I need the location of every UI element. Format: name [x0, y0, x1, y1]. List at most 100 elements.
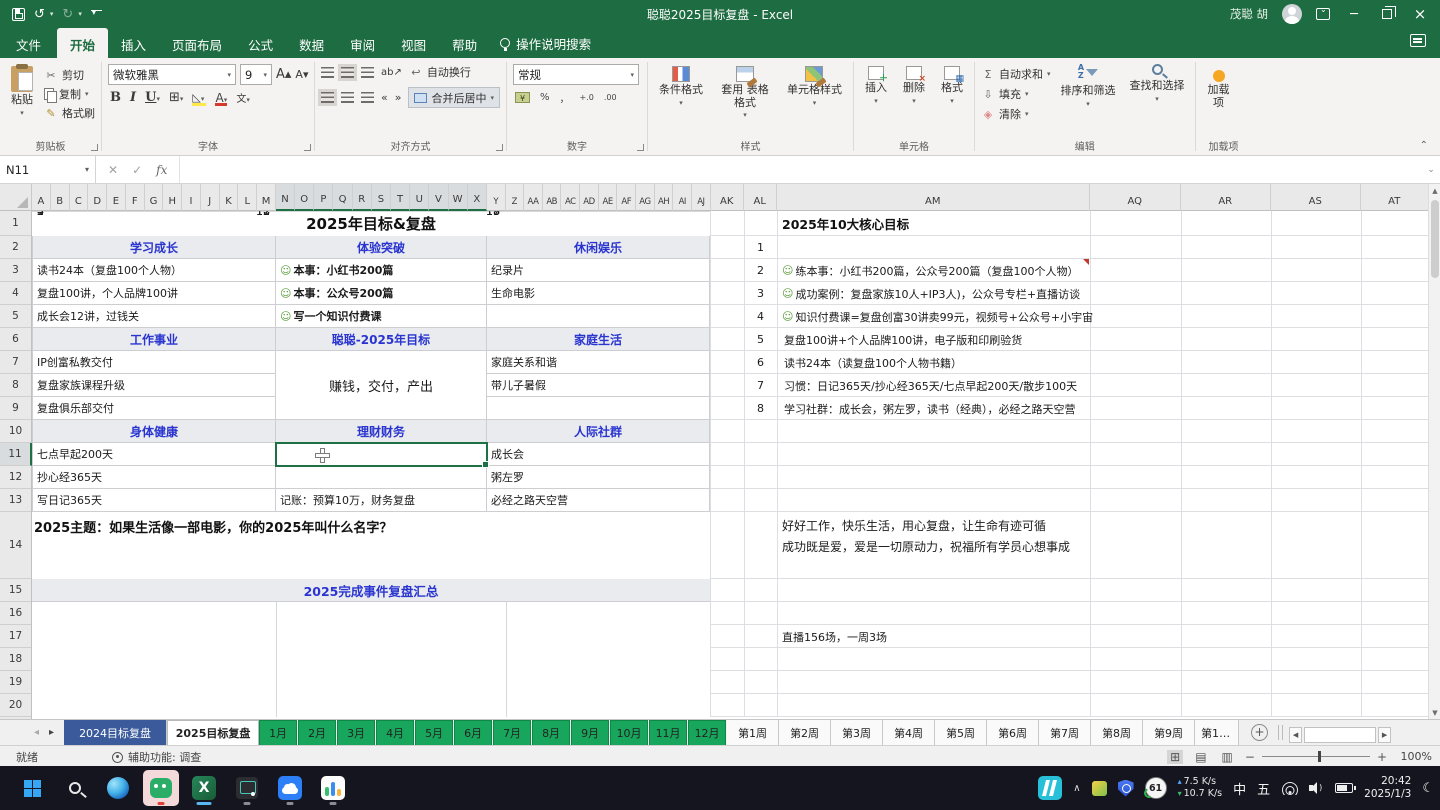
cell[interactable]: 理财财务	[276, 420, 487, 443]
column-header[interactable]: H	[163, 184, 182, 211]
theme-cell[interactable]: 2025主题：如果生活像一部电影，你的2025年叫什么名字？	[32, 512, 710, 579]
insert-function-icon[interactable]: fx	[156, 163, 167, 177]
scroll-up-icon[interactable]: ▲	[1429, 184, 1440, 197]
comma-icon[interactable]: ，	[560, 90, 570, 105]
column-header-selected[interactable]: P	[314, 184, 333, 211]
cell[interactable]: 成长会12讲，过钱关	[32, 305, 276, 328]
find-select-button[interactable]: 查找和选择 ▾	[1126, 64, 1189, 139]
sheet-tab-week[interactable]: 第10周	[1195, 720, 1239, 745]
start-button[interactable]	[14, 770, 50, 806]
tab-scroll-left-icon[interactable]: ◂	[34, 727, 39, 738]
zoom-out-icon[interactable]: −	[1245, 750, 1255, 764]
row-header[interactable]: 15	[0, 579, 31, 602]
redo-dropdown-icon[interactable]: ▾	[78, 10, 82, 18]
battery-icon[interactable]	[1335, 783, 1353, 793]
security-shield-icon[interactable]	[1118, 780, 1134, 797]
column-header[interactable]: AI	[673, 184, 692, 211]
sheet-tab-week[interactable]: 第9周	[1143, 720, 1195, 745]
merged-goal-cell[interactable]: 赚钱，交付，产出	[276, 351, 487, 420]
column-header[interactable]: AE	[599, 184, 618, 211]
minimize-button[interactable]: ─	[1344, 7, 1364, 22]
column-header-selected[interactable]: W	[449, 184, 468, 211]
column-header[interactable]: AR	[1181, 184, 1271, 211]
restore-button[interactable]	[1382, 9, 1392, 19]
row-header[interactable]: 19	[0, 671, 31, 694]
bold-button[interactable]: B	[110, 90, 121, 105]
menu-tab[interactable]: 帮助	[439, 28, 490, 58]
column-header[interactable]: L	[238, 184, 257, 211]
docs-app-button[interactable]	[315, 770, 351, 806]
copy-button[interactable]: 复制 ▾	[44, 86, 95, 102]
conditional-formatting-button[interactable]: 条件格式 ▾	[654, 64, 708, 139]
paste-button[interactable]: 粘贴 ▾	[6, 64, 38, 139]
wifi-icon[interactable]	[1281, 782, 1298, 795]
tray-green-app-icon[interactable]	[1092, 781, 1107, 796]
align-top-icon[interactable]	[321, 67, 334, 78]
cell[interactable]: 记账：预算10万，财务复盘	[276, 489, 487, 512]
column-header-selected[interactable]: V	[429, 184, 448, 211]
column-header[interactable]: B	[51, 184, 70, 211]
undo-icon[interactable]: ↺	[34, 8, 45, 21]
tray-expand-icon[interactable]: ∧	[1073, 783, 1080, 794]
cell[interactable]: 体验突破	[276, 236, 487, 259]
column-header[interactable]: AG	[636, 184, 655, 211]
currency-icon[interactable]: ¥	[515, 92, 530, 103]
row-header[interactable]: 18	[0, 648, 31, 671]
sheet-tab-month[interactable]: 11月	[649, 720, 687, 745]
decrease-indent-icon[interactable]: «	[381, 91, 388, 104]
cell[interactable]: 复盘100讲，个人品牌100讲	[32, 282, 276, 305]
sheet-tab-week[interactable]: 第2周	[779, 720, 831, 745]
row-header[interactable]: 14	[0, 512, 31, 579]
protection-score-badge[interactable]: 61	[1145, 777, 1167, 799]
row-header[interactable]: 6	[0, 328, 31, 351]
cell[interactable]: 生命电影	[487, 282, 710, 305]
sheet-tab-week[interactable]: 第6周	[987, 720, 1039, 745]
align-right-icon[interactable]	[361, 92, 374, 103]
motto-cell[interactable]: 好好工作，快乐生活，用心复盘，让生命有迹可循 成功既是爱，爱是一切原动力，祝福所…	[782, 516, 1070, 558]
select-all-corner[interactable]	[0, 184, 32, 211]
decrease-decimal-icon[interactable]: .00	[604, 93, 617, 102]
number-dialog-launcher-icon[interactable]	[637, 144, 644, 151]
normal-view-button[interactable]: ⊞	[1167, 750, 1183, 764]
row-header[interactable]: 2	[0, 236, 31, 259]
font-name-select[interactable]: 微软雅黑▾	[108, 64, 236, 85]
menu-file[interactable]: 文件	[0, 28, 57, 58]
column-header[interactable]: D	[88, 184, 107, 211]
cell[interactable]: 读书24本（读复盘100个人物书籍）	[782, 351, 962, 374]
number-format-select[interactable]: 常规▾	[513, 64, 639, 85]
column-header-selected[interactable]: S	[372, 184, 391, 211]
delete-cells-button[interactable]: × 删除 ▾	[898, 64, 930, 139]
cell[interactable]: ☺本事：公众号200篇	[276, 282, 487, 305]
horizontal-scrollbar[interactable]: ◀ ▶	[1289, 724, 1391, 745]
user-name[interactable]: 茂聪 胡	[1230, 6, 1268, 22]
alignment-dialog-launcher-icon[interactable]	[496, 144, 503, 151]
tray-app-icon[interactable]	[1038, 776, 1062, 800]
column-header-selected[interactable]: N	[276, 184, 295, 211]
sheet-tab-week[interactable]: 第8周	[1091, 720, 1143, 745]
format-as-table-button[interactable]: 套用 表格格式 ▾	[714, 64, 776, 139]
cell[interactable]: 休闲娱乐	[487, 236, 710, 259]
sheet-tab-week[interactable]: 第4周	[883, 720, 935, 745]
row-header[interactable]: 20	[0, 694, 31, 717]
sheet-tab-week[interactable]: 第5周	[935, 720, 987, 745]
redo-icon[interactable]: ↻	[62, 8, 73, 21]
cell[interactable]: 8	[744, 397, 777, 420]
row-header[interactable]: 1	[0, 211, 31, 236]
column-header[interactable]: AJ	[692, 184, 711, 211]
cell[interactable]: ☺成功案例：复盘家族10人+IP3人)，公众号专栏+直播访谈	[782, 282, 1080, 305]
active-cell-selection[interactable]	[275, 442, 488, 467]
cut-button[interactable]: ✂剪切	[44, 67, 95, 83]
column-header[interactable]: J	[201, 184, 220, 211]
cell[interactable]	[487, 305, 710, 328]
sort-filter-button[interactable]: AZ 排序和筛选 ▾	[1057, 64, 1120, 139]
ime-mode-indicator[interactable]: 五	[1257, 779, 1270, 798]
align-center-icon[interactable]	[341, 92, 354, 103]
column-header[interactable]: AL	[744, 184, 777, 211]
row-header[interactable]: 17	[0, 625, 31, 648]
increase-font-icon[interactable]: A▴	[276, 67, 291, 82]
avatar[interactable]	[1282, 4, 1302, 24]
cell[interactable]: 写日记365天	[32, 489, 276, 512]
italic-button[interactable]: I	[130, 90, 136, 105]
sheet-tab-month[interactable]: 8月	[532, 720, 570, 745]
core-goals-header-cell[interactable]: 2025年10大核心目标	[782, 211, 909, 236]
